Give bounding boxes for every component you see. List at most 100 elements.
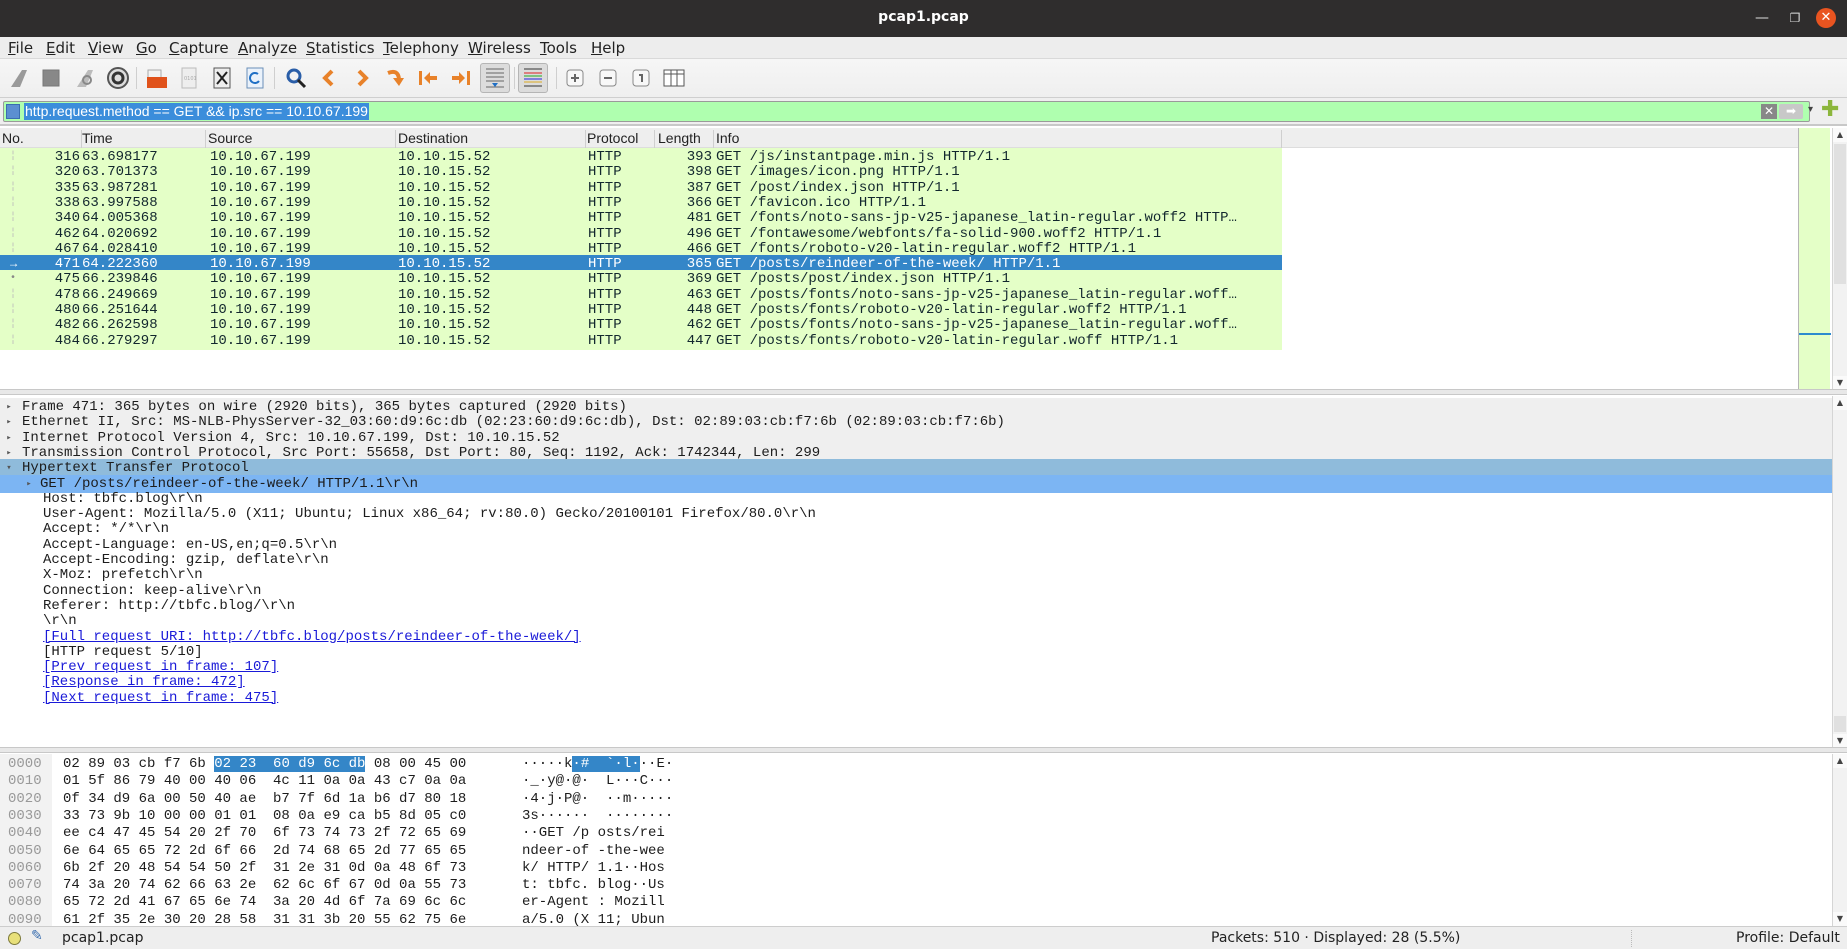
scroll-down-icon[interactable]: ▼ [1833, 734, 1847, 748]
menu-wireless[interactable]: Wireless [468, 39, 531, 57]
column-header-source[interactable]: Source [208, 130, 396, 148]
hex-row[interactable]: 0030 33 73 9b 10 00 00 01 01 08 0a e9 ca … [0, 807, 1833, 826]
detail-link[interactable]: [Next request in frame: 475] [43, 689, 278, 707]
maximize-button[interactable]: ❐ [1783, 7, 1807, 31]
menu-edit[interactable]: Edit [46, 39, 75, 57]
hex-bytes[interactable]: 6e 64 65 65 72 2d 6f 66 2d 74 68 65 2d 7… [63, 843, 466, 860]
packet-list-scrollbar[interactable]: ▲ ▼ [1832, 128, 1847, 390]
scroll-down-icon[interactable]: ▼ [1833, 912, 1847, 926]
ascii-bytes[interactable]: ndeer-of -the-wee [522, 843, 665, 860]
expert-info-indicator-icon[interactable] [8, 932, 21, 945]
scroll-thumb[interactable] [1834, 144, 1846, 284]
save-file-icon[interactable]: 0101 [176, 65, 202, 91]
reload-file-icon[interactable] [242, 65, 268, 91]
hex-row[interactable]: 0070 74 3a 20 74 62 66 63 2e 62 6c 6f 67 … [0, 877, 1833, 895]
scroll-up-icon[interactable]: ▲ [1833, 128, 1847, 142]
hex-bytes[interactable]: 74 3a 20 74 62 66 63 2e 62 6c 6f 67 0d 0… [63, 877, 466, 894]
hex-bytes[interactable]: 61 2f 35 2e 30 20 28 58 31 31 3b 20 55 6… [63, 912, 466, 926]
hex-bytes[interactable]: ee c4 47 45 54 20 2f 70 6f 73 74 73 2f 7… [63, 825, 466, 842]
hex-bytes[interactable]: 0f 34 d9 6a 00 50 40 ae b7 7f 6d 1a b6 d… [63, 791, 466, 808]
scroll-thumb[interactable] [1834, 716, 1846, 732]
normal-size-icon[interactable] [628, 65, 654, 91]
hex-bytes[interactable]: 65 72 2d 41 67 65 6e 74 3a 20 4d 6f 7a 6… [63, 894, 466, 911]
detail-tree-item-field[interactable]: [Next request in frame: 475] [0, 689, 1833, 707]
column-header-no[interactable]: No. [2, 130, 82, 148]
restart-capture-icon[interactable] [72, 65, 98, 91]
ascii-bytes[interactable]: er-Agent : Mozill [522, 894, 665, 911]
menu-go[interactable]: Go [136, 39, 157, 57]
ascii-bytes[interactable]: k/ HTTP/ 1.1··Hos [522, 860, 665, 877]
hex-offset: 0010 [0, 773, 52, 791]
ascii-bytes[interactable]: ·_·y@·@· L···C··· [522, 773, 673, 790]
ascii-bytes[interactable]: ··GET /p osts/rei [522, 825, 665, 842]
menu-view[interactable]: View [88, 39, 124, 57]
close-window-button[interactable]: ✕ [1816, 8, 1836, 28]
hex-row[interactable]: 0080 65 72 2d 41 67 65 6e 74 3a 20 4d 6f … [0, 894, 1833, 912]
hex-row[interactable]: 0020 0f 34 d9 6a 00 50 40 ae b7 7f 6d 1a … [0, 790, 1833, 808]
status-profile[interactable]: Profile: Default [1736, 930, 1840, 946]
bytes-scrollbar[interactable]: ▲ ▼ [1832, 754, 1847, 926]
menu-tools[interactable]: Tools [540, 39, 577, 57]
menu-analyze[interactable]: Analyze [238, 39, 297, 57]
zoom-out-icon[interactable] [595, 65, 621, 91]
resize-columns-icon[interactable] [661, 65, 687, 91]
bookmark-icon[interactable] [6, 104, 20, 119]
hex-row[interactable]: 0040 ee c4 47 45 54 20 2f 70 6f 73 74 73 … [0, 825, 1833, 843]
zoom-in-icon[interactable] [562, 65, 588, 91]
hex-row[interactable]: 0000 02 89 03 cb f7 6b 02 23 60 d9 6c db … [0, 756, 1833, 774]
details-scrollbar[interactable]: ▲ ▼ [1832, 396, 1847, 748]
pane-splitter[interactable] [0, 747, 1847, 753]
apply-filter-icon[interactable]: ➡ [1779, 104, 1803, 119]
menu-statistics[interactable]: Statistics [306, 39, 375, 57]
ascii-bytes[interactable]: t: tbfc. blog··Us [522, 877, 665, 894]
hex-row[interactable]: 0010 01 5f 86 79 40 00 40 06 4c 11 0a 0a … [0, 773, 1833, 791]
capture-options-icon[interactable] [105, 65, 131, 91]
clear-filter-icon[interactable]: ✕ [1761, 104, 1777, 119]
go-forward-icon[interactable] [349, 65, 375, 91]
packet-minimap[interactable] [1798, 128, 1831, 390]
packet-details-tree: ▸ Frame 471: 365 bytes on wire (2920 bits… [0, 396, 1833, 748]
menu-file[interactable]: File [8, 39, 33, 57]
add-filter-button-icon[interactable]: ✚ [1821, 99, 1839, 121]
pane-splitter[interactable] [0, 389, 1847, 395]
ascii-bytes[interactable]: ·4·j·P@· ··m····· [522, 791, 673, 808]
close-file-icon[interactable] [209, 65, 235, 91]
display-filter-text[interactable]: http.request.method == GET && ip.src == … [24, 103, 369, 120]
column-header-length[interactable]: Length [658, 130, 714, 148]
go-to-packet-icon[interactable] [382, 65, 408, 91]
go-last-packet-icon[interactable] [448, 65, 474, 91]
hex-bytes[interactable]: 02 89 03 cb f7 6b 02 23 60 d9 6c db 08 0… [63, 756, 466, 773]
menu-capture[interactable]: Capture [169, 39, 229, 57]
ascii-bytes[interactable]: a/5.0 (X 11; Ubun [522, 912, 665, 926]
hex-bytes[interactable]: 6b 2f 20 48 54 54 50 2f 31 2e 31 0d 0a 4… [63, 860, 466, 877]
hex-row[interactable]: 0050 6e 64 65 65 72 2d 6f 66 2d 74 68 65 … [0, 842, 1833, 860]
packet-row[interactable]: 484 66.279297 10.10.67.199 10.10.15.52 HTTP 4… [0, 331, 1282, 350]
auto-scroll-icon[interactable] [480, 63, 510, 93]
start-capture-icon[interactable] [6, 65, 32, 91]
go-first-packet-icon[interactable] [415, 65, 441, 91]
hex-bytes[interactable]: 01 5f 86 79 40 00 40 06 4c 11 0a 0a 43 c… [63, 773, 466, 790]
go-back-icon[interactable] [316, 65, 342, 91]
menu-help[interactable]: Help [591, 39, 625, 57]
menu-telephony[interactable]: Telephony [383, 39, 459, 57]
hex-row[interactable]: 0090 61 2f 35 2e 30 20 28 58 31 31 3b 20 … [0, 911, 1833, 926]
filter-history-dropdown-icon[interactable]: ▾ [1808, 104, 1813, 115]
hex-bytes[interactable]: 33 73 9b 10 00 00 01 01 08 0a e9 ca b5 8… [63, 808, 466, 825]
hex-row[interactable]: 0060 6b 2f 20 48 54 54 50 2f 31 2e 31 0d … [0, 859, 1833, 878]
column-header-time[interactable]: Time [82, 130, 206, 148]
column-header-protocol[interactable]: Protocol [587, 130, 655, 148]
column-header-destination[interactable]: Destination [398, 130, 586, 148]
scroll-up-icon[interactable]: ▲ [1833, 754, 1847, 768]
minimize-button[interactable]: — [1750, 7, 1774, 31]
scroll-down-icon[interactable]: ▼ [1833, 376, 1847, 390]
scroll-up-icon[interactable]: ▲ [1833, 396, 1847, 410]
colorize-packets-icon[interactable] [518, 63, 548, 93]
capture-comment-icon[interactable]: ✎ [31, 928, 43, 944]
ascii-bytes[interactable]: 3s······ ········ [522, 808, 673, 825]
column-header-info[interactable]: Info [716, 130, 1282, 148]
stop-capture-icon[interactable] [38, 65, 64, 91]
find-packet-icon[interactable] [283, 65, 309, 91]
open-file-icon[interactable] [144, 65, 170, 91]
ascii-bytes[interactable]: ·····k·# `·l···E· [522, 756, 673, 773]
display-filter-input[interactable]: http.request.method == GET && ip.src == … [3, 101, 1813, 122]
